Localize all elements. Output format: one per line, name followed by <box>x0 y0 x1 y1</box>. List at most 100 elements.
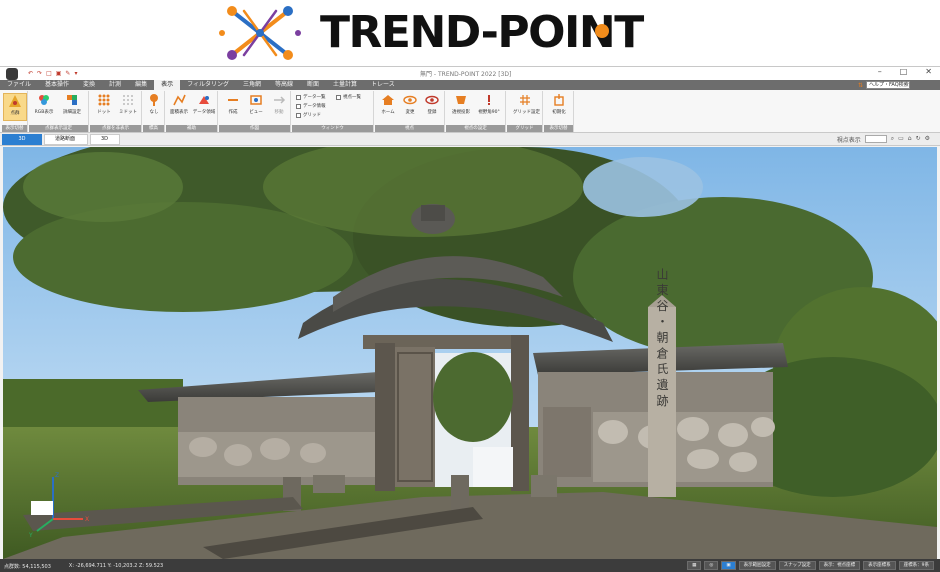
undo-icon[interactable]: ↶ <box>28 70 33 77</box>
data-list-checkbox[interactable]: データ一覧 <box>296 94 326 100</box>
3d-viewport[interactable]: 山 東 谷 ・ 朝 倉 氏 遺 跡 Z X Y <box>3 147 937 559</box>
tab-measure[interactable]: 計測 <box>102 80 128 90</box>
area-icon <box>173 94 186 106</box>
quick-access-toolbar: ↶ ↷ □ ▣ ✎ ▾ <box>28 70 77 77</box>
status-bar: 点群数: 54,115,503 X: -26,694.711 Y: -10,20… <box>0 559 940 572</box>
brand-o-dot <box>595 24 609 38</box>
group-window: データ一覧 データ情報 グリッド 視点一覧 ウィンドウ <box>292 91 374 132</box>
minimize-button[interactable]: – <box>878 67 882 76</box>
display-range-button[interactable]: 表示範囲設定 <box>738 561 776 570</box>
axis-z-label: Z <box>55 472 59 479</box>
change-viewpoint-button[interactable]: 変更 <box>398 93 422 121</box>
mini-dot-button[interactable]: ミドット <box>116 93 140 121</box>
initialize-button[interactable]: 初期化 <box>547 93 571 121</box>
stone-post <box>313 475 345 493</box>
elevation-none-button[interactable]: なし <box>142 93 166 121</box>
rgb-display-button[interactable]: RGB表示 <box>32 93 56 121</box>
tab-section[interactable]: 断面 <box>300 80 326 90</box>
group-grid: グリッド設定 グリッド <box>507 91 543 132</box>
create-icon <box>228 99 238 101</box>
snap-icon[interactable]: ◎ <box>704 561 719 570</box>
dot-button[interactable]: ドット <box>92 93 116 121</box>
ribbon: 点群 表示切替 RGB表示 詳細設定 点群表示設定 ドット ミドット 点群を非表… <box>0 90 940 133</box>
perspective-button[interactable]: 透視投影 <box>449 93 473 121</box>
group-viewpoint-settings: 透視投影 視野角90° 視点の設定 <box>446 91 506 132</box>
viewpoint-list-checkbox[interactable]: 視点一覧 <box>336 94 361 100</box>
grid-checkbox[interactable]: グリッド <box>296 112 321 118</box>
group-auxiliary: 面積表示 データ領域 補助 <box>166 91 218 132</box>
register-viewpoint-button[interactable]: 登録 <box>420 93 444 121</box>
tab-trace[interactable]: トレース <box>364 80 402 90</box>
crs-button[interactable]: 座標系：9系 <box>898 561 934 570</box>
tab-edit[interactable]: 編集 <box>128 80 154 90</box>
edit-icon[interactable]: ✎ <box>65 70 70 77</box>
help-search-input[interactable]: ヘルプ・FAQ検索 <box>866 81 910 89</box>
group-elevation: なし 標高 <box>143 91 165 132</box>
tab-3d-view[interactable]: 3D <box>2 134 42 145</box>
small-dot-grid-icon <box>123 95 133 105</box>
tab-tin[interactable]: 三角網 <box>236 80 268 90</box>
grid-toggle-icon[interactable]: ▦ <box>687 561 702 570</box>
maximize-button[interactable]: □ <box>900 67 908 76</box>
rotate-icon[interactable]: ↻ <box>916 135 921 144</box>
detail-settings-button[interactable]: 詳細設定 <box>60 93 84 121</box>
view-search-label: 視点表示 <box>836 137 861 144</box>
fov-icon <box>488 95 490 105</box>
home-view-icon[interactable]: ⌂ <box>908 135 912 144</box>
tab-contour[interactable]: 等高線 <box>268 80 300 90</box>
view-search-input[interactable] <box>864 135 887 143</box>
point-cloud-button[interactable]: 点群 <box>3 93 27 121</box>
tab-road-section[interactable]: 道路断面 <box>44 134 88 145</box>
view-button[interactable]: ビュー <box>244 93 268 121</box>
brand-banner: TREND-POINT <box>0 0 940 66</box>
window-title: 無門 - TREND-POINT 2022 [3D] <box>420 71 512 78</box>
pin-icon <box>150 94 158 106</box>
help-search: ⇅ ヘルプ・FAQ検索 <box>858 81 910 89</box>
group-reset: 初期化 表示切替 <box>544 91 574 132</box>
group-hide-points: ドット ミドット 点群を非表示 <box>90 91 142 132</box>
home-icon <box>382 95 394 105</box>
tab-basic[interactable]: 基本操作 <box>38 80 76 90</box>
stone-post <box>531 475 557 497</box>
display-crs-button[interactable]: 表示座標系 <box>863 561 896 570</box>
move-button[interactable]: 移動 <box>267 93 291 121</box>
ribbon-tabs: ファイル 基本操作 変換 計測 編集 表示 フィルタリング 三角網 等高線 断面… <box>0 80 940 90</box>
close-button[interactable]: ✕ <box>925 67 932 76</box>
fov-button[interactable]: 視野角90° <box>477 93 501 121</box>
data-info-checkbox[interactable]: データ情報 <box>296 103 326 109</box>
group-display-toggle: 点群 表示切替 <box>2 91 28 132</box>
qat-dropdown-icon[interactable]: ▾ <box>74 70 77 77</box>
help-arrows-icon[interactable]: ⇅ <box>858 82 863 89</box>
settings-icon[interactable]: ⚙ <box>925 135 930 144</box>
window-controls: – □ ✕ <box>878 67 932 76</box>
status-info: 点群数: 54,115,503 X: -26,694.711 Y: -10,20… <box>4 563 163 570</box>
redo-icon[interactable]: ↷ <box>37 70 42 77</box>
data-region-button[interactable]: データ領域 <box>192 93 216 121</box>
point-cloud-icon <box>9 95 21 107</box>
stone-post <box>451 475 469 511</box>
new-icon[interactable]: □ <box>46 70 52 77</box>
create-button[interactable]: 作成 <box>221 93 245 121</box>
zoom-icon[interactable]: ⌕ <box>891 135 894 144</box>
display-viewpoint-button[interactable]: 表示：視点座標 <box>818 561 861 570</box>
tab-file[interactable]: ファイル <box>0 80 38 90</box>
snap-settings-button[interactable]: スナップ設定 <box>778 561 816 570</box>
home-button[interactable]: ホーム <box>376 93 400 121</box>
tab-filtering[interactable]: フィルタリング <box>180 80 236 90</box>
save-icon[interactable]: ▣ <box>56 70 62 77</box>
tab-3d-view-2[interactable]: 3D <box>90 134 120 145</box>
point-cloud-scene[interactable]: 山 東 谷 ・ 朝 倉 氏 遺 跡 Z X Y <box>3 147 937 559</box>
fit-icon[interactable]: ▭ <box>898 135 904 144</box>
area-display-button[interactable]: 面積表示 <box>167 93 191 121</box>
tab-volume[interactable]: 土量計算 <box>326 80 364 90</box>
tab-view[interactable]: 表示 <box>154 80 181 90</box>
view-icon[interactable]: ▣ <box>721 561 736 570</box>
grid-settings-button[interactable]: グリッド設定 <box>513 93 540 121</box>
axis-x-label: X <box>85 516 89 523</box>
app-icon[interactable] <box>6 67 18 80</box>
dot-grid-icon <box>98 94 110 106</box>
tab-convert[interactable]: 変換 <box>76 80 102 90</box>
axis-y-label: Y <box>28 532 33 539</box>
status-buttons: ▦ ◎ ▣ 表示範囲設定 スナップ設定 表示：視点座標 表示座標系 座標系：9系 <box>687 561 934 570</box>
reset-icon <box>554 94 564 106</box>
